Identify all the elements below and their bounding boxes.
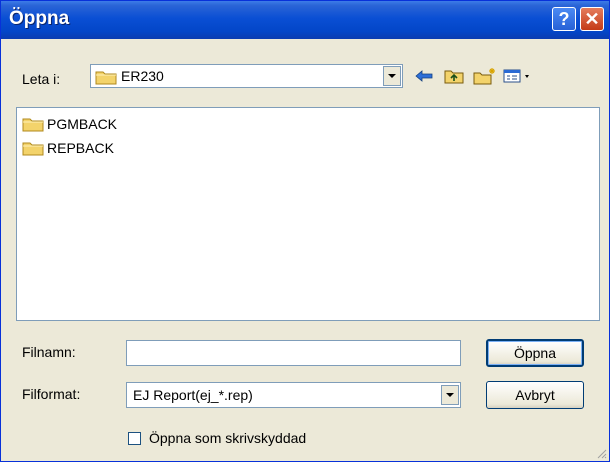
- resize-grip-icon[interactable]: [595, 447, 607, 459]
- cancel-button-label: Avbryt: [515, 387, 555, 403]
- list-item-repback[interactable]: REPBACK: [22, 138, 114, 158]
- look-in-dropdown[interactable]: ER230: [90, 64, 403, 88]
- up-folder-icon: [444, 70, 464, 84]
- list-item-pgmback[interactable]: PGMBACK: [22, 114, 117, 134]
- fileformat-dropdown[interactable]: EJ Report(ej_*.rep): [126, 382, 461, 408]
- back-button[interactable]: [412, 65, 436, 87]
- back-arrow-icon: [415, 70, 433, 82]
- readonly-checkbox[interactable]: [128, 432, 141, 445]
- list-item-label: REPBACK: [47, 140, 114, 156]
- help-icon: ?: [558, 8, 570, 29]
- new-folder-icon: [473, 68, 495, 85]
- open-dialog: Öppna ? ✕ Leta i: ER230 PGMBACK REPBACK …: [0, 0, 610, 462]
- chevron-down-icon[interactable]: [441, 385, 459, 405]
- file-list[interactable]: PGMBACK REPBACK: [16, 107, 600, 321]
- new-folder-button[interactable]: [472, 65, 498, 87]
- filename-label: Filnamn:: [22, 344, 76, 360]
- view-menu-button[interactable]: [502, 65, 534, 87]
- view-menu-icon: [503, 69, 529, 83]
- filename-input[interactable]: [126, 340, 461, 366]
- folder-icon: [22, 118, 44, 132]
- window-title: Öppna: [9, 8, 70, 29]
- fileformat-value: EJ Report(ej_*.rep): [133, 387, 253, 403]
- list-item-label: PGMBACK: [47, 116, 118, 132]
- folder-icon: [22, 142, 44, 156]
- fileformat-label: Filformat:: [22, 386, 81, 402]
- open-button[interactable]: Öppna: [486, 339, 584, 367]
- open-button-label: Öppna: [513, 345, 557, 361]
- chevron-down-icon[interactable]: [383, 66, 401, 86]
- close-icon: ✕: [584, 8, 600, 29]
- up-folder-button[interactable]: [442, 65, 466, 87]
- help-button[interactable]: ?: [552, 7, 576, 31]
- cancel-button[interactable]: Avbryt: [486, 381, 584, 409]
- close-button[interactable]: ✕: [580, 7, 604, 31]
- look-in-label: Leta i:: [22, 71, 61, 87]
- readonly-checkbox-label: Öppna som skrivskyddad: [149, 430, 307, 446]
- folder-icon: [95, 71, 117, 85]
- title-bar[interactable]: Öppna ? ✕: [1, 1, 609, 39]
- look-in-value: ER230: [121, 68, 164, 84]
